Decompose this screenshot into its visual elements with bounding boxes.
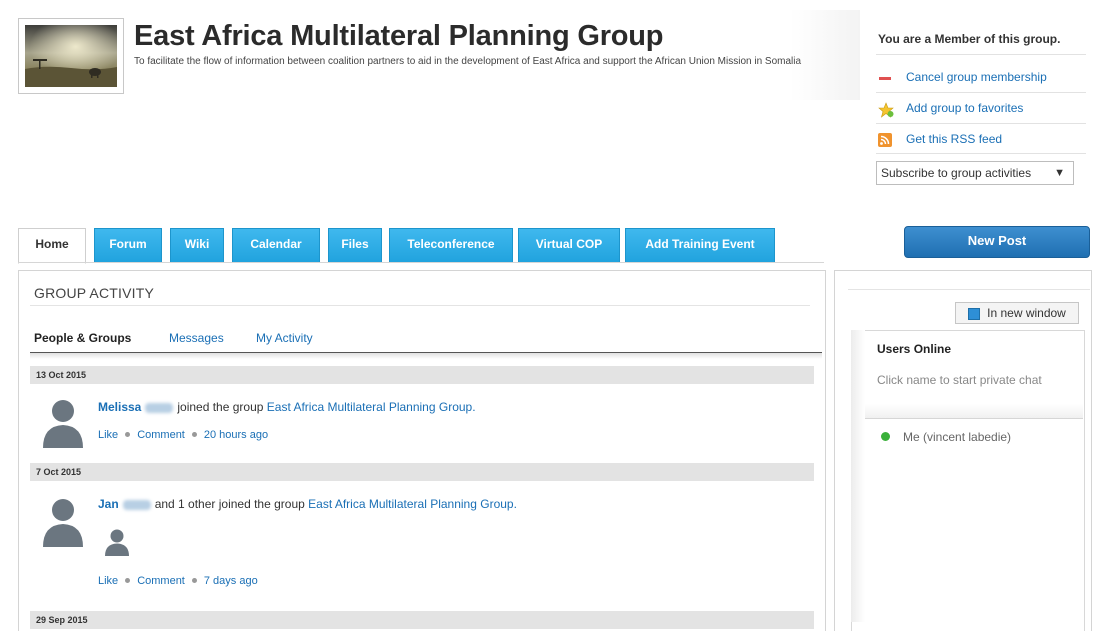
- group-title: East Africa Multilateral Planning Group: [134, 20, 664, 52]
- dropdown-arrow-icon: ▼: [1054, 167, 1065, 179]
- subscribe-activities-select[interactable]: Subscribe to group activities ▼: [876, 161, 1074, 185]
- group-link[interactable]: East Africa Multilateral Planning Group.: [308, 497, 517, 511]
- tab-add-training-event[interactable]: Add Training Event: [625, 228, 775, 262]
- activity-verb: and 1 other joined the group: [154, 497, 305, 511]
- activity-heading: GROUP ACTIVITY: [34, 285, 155, 301]
- group-description: To facilitate the flow of information be…: [134, 56, 802, 67]
- tab-add-training-event-label: Add Training Event: [645, 237, 755, 251]
- divider: [876, 123, 1086, 124]
- timestamp[interactable]: 7 days ago: [204, 575, 258, 587]
- tab-wiki-label: Wiki: [184, 237, 210, 251]
- comment-link[interactable]: Comment: [137, 429, 185, 441]
- avatar-small[interactable]: [104, 528, 130, 561]
- new-post-button[interactable]: New Post: [904, 226, 1090, 258]
- date-separator: 13 Oct 2015: [30, 366, 814, 384]
- online-user-item[interactable]: Me (vincent labedie): [903, 430, 1011, 444]
- group-link[interactable]: East Africa Multilateral Planning Group.: [267, 400, 476, 414]
- date-separator: 29 Sep 2015: [30, 611, 814, 629]
- tab-files[interactable]: Files: [328, 228, 382, 262]
- divider: [848, 289, 1090, 290]
- subscribe-select-value: Subscribe to group activities: [881, 166, 1032, 180]
- like-link[interactable]: Like: [98, 575, 118, 587]
- tab-home-label: Home: [35, 237, 69, 251]
- rss-icon: [878, 132, 892, 147]
- tab-wiki[interactable]: Wiki: [170, 228, 224, 262]
- tab-calendar[interactable]: Calendar: [232, 228, 320, 262]
- header-divider-shade: [790, 10, 860, 100]
- date-separator: 7 Oct 2015: [30, 463, 814, 481]
- savanna-photo: [25, 25, 117, 87]
- rss-feed-link[interactable]: Get this RSS feed: [878, 129, 1002, 149]
- like-link[interactable]: Like: [98, 429, 118, 441]
- activity-verb: joined the group: [177, 400, 264, 414]
- new-window-icon: [968, 307, 981, 320]
- subtab-my-activity[interactable]: My Activity: [256, 331, 313, 345]
- new-window-label: In new window: [987, 306, 1066, 320]
- subtab-messages[interactable]: Messages: [169, 331, 224, 345]
- user-name-link[interactable]: Jan: [98, 497, 119, 511]
- cancel-membership-link[interactable]: Cancel group membership: [878, 67, 1047, 87]
- membership-status: You are a Member of this group.: [878, 32, 1061, 46]
- tab-virtual-cop[interactable]: Virtual COP: [518, 228, 620, 262]
- redacted-surname: [122, 499, 151, 510]
- group-logo: [18, 18, 124, 94]
- avatar[interactable]: [41, 398, 85, 453]
- user-silhouette-icon: [43, 400, 83, 448]
- user-silhouette-icon: [43, 499, 83, 547]
- timestamp[interactable]: 20 hours ago: [204, 429, 268, 441]
- divider: [30, 305, 810, 306]
- separator-dot: [191, 432, 197, 438]
- tab-teleconference[interactable]: Teleconference: [389, 228, 513, 262]
- add-favorites-label: Add group to favorites: [906, 101, 1024, 115]
- comment-link[interactable]: Comment: [137, 575, 185, 587]
- divider: [876, 92, 1086, 93]
- users-online-title: Users Online: [877, 342, 952, 356]
- divider: [865, 418, 1083, 419]
- divider: [876, 54, 1086, 55]
- avatar[interactable]: [41, 497, 85, 552]
- users-online-hint: Click name to start private chat: [877, 373, 1042, 387]
- tab-calendar-label: Calendar: [250, 237, 302, 251]
- users-box-shade: [851, 330, 865, 622]
- activity-meta: Like Comment 20 hours ago: [98, 429, 268, 441]
- activity-meta: Like Comment 7 days ago: [98, 575, 258, 587]
- tab-files-label: Files: [341, 237, 369, 251]
- divider: [876, 153, 1086, 154]
- tab-bar-baseline: [18, 262, 824, 263]
- redacted-surname: [145, 402, 174, 413]
- separator-dot: [125, 578, 131, 584]
- users-divider-shade: [865, 404, 1083, 418]
- tab-home[interactable]: Home: [18, 228, 86, 264]
- online-status-dot: [881, 432, 890, 441]
- tab-teleconference-label: Teleconference: [407, 237, 495, 251]
- open-in-new-window-button[interactable]: In new window: [955, 302, 1079, 324]
- add-favorites-link[interactable]: Add group to favorites: [878, 98, 1023, 118]
- activity-entry-text: Melissa joined the group East Africa Mult…: [98, 400, 476, 414]
- user-silhouette-icon: [105, 529, 129, 556]
- separator-dot: [191, 578, 197, 584]
- star-icon: [878, 102, 894, 118]
- separator-dot: [125, 432, 131, 438]
- rss-feed-label: Get this RSS feed: [906, 132, 1003, 146]
- user-name-link[interactable]: Melissa: [98, 400, 141, 414]
- minus-icon: [878, 71, 892, 85]
- tab-virtual-cop-label: Virtual COP: [535, 237, 603, 251]
- subtab-people-groups[interactable]: People & Groups: [34, 331, 131, 345]
- subtab-shadow: [30, 353, 822, 359]
- activity-entry-text: Jan and 1 other joined the group East Afr…: [98, 497, 517, 511]
- cancel-membership-label: Cancel group membership: [906, 70, 1047, 84]
- tab-forum[interactable]: Forum: [94, 228, 162, 262]
- tab-forum-label: Forum: [109, 237, 147, 251]
